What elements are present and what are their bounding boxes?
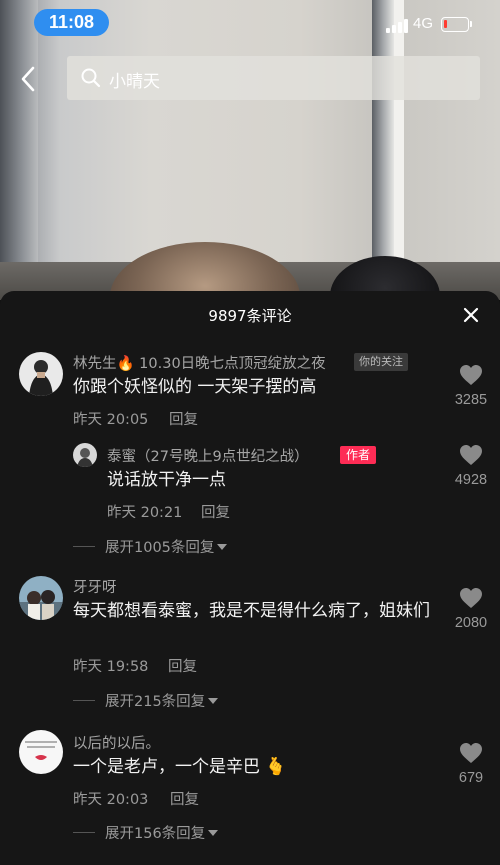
comment-text[interactable]: 每天都想看泰蜜，我是不是得什么病了，姐妹们 [73, 599, 443, 624]
like-count: 679 [458, 770, 484, 786]
comment-time: 昨天 20:03 [73, 792, 149, 808]
search-query: 小晴天 [109, 72, 160, 92]
expand-replies-label: 展开156条回复 [105, 822, 219, 843]
heart-icon [460, 588, 482, 608]
reply-button[interactable]: 回复 [169, 408, 198, 429]
caret-down-icon [208, 830, 219, 836]
reply-button[interactable]: 回复 [168, 655, 197, 676]
expand-divider [73, 700, 95, 701]
close-icon [463, 307, 479, 323]
comment-time: 昨天 20:05 [73, 412, 149, 428]
video-pillar-left [0, 0, 38, 300]
avatar-image [19, 730, 63, 774]
like-button[interactable]: 4928 [446, 444, 496, 488]
heart-icon [460, 365, 482, 385]
heart-icon [460, 743, 482, 763]
caret-down-icon [208, 698, 219, 704]
battery-fill [444, 20, 447, 28]
reply-button[interactable]: 回复 [170, 788, 199, 809]
search-input[interactable]: 小晴天 [67, 56, 480, 100]
comment-username[interactable]: 牙牙呀 [73, 576, 117, 597]
following-badge: 你的关注 [354, 353, 408, 371]
caret-down-icon [217, 544, 228, 550]
status-bar: 11:08 4G [0, 0, 500, 44]
avatar-image [73, 443, 97, 467]
comment-time: 昨天 19:58 [73, 659, 149, 675]
expand-replies-label: 展开1005条回复 [105, 536, 228, 557]
expand-replies-button[interactable]: 展开156条回复 [73, 822, 273, 842]
expand-divider [73, 832, 95, 833]
like-count: 2080 [454, 615, 488, 631]
video-pillar-right [372, 0, 394, 300]
comment-username[interactable]: 以后的以后。 [73, 732, 160, 753]
comment-username[interactable]: 林先生🔥 10.30日晚七点顶冠绽放之夜 [73, 352, 326, 373]
chevron-left-icon [21, 66, 35, 92]
heart-icon [460, 445, 482, 465]
avatar-image [19, 352, 63, 396]
status-time: 11:08 [34, 9, 109, 36]
expand-replies-button[interactable]: 展开1005条回复 [73, 536, 273, 556]
expand-divider [73, 546, 95, 547]
video-wall-edge [394, 0, 404, 300]
back-button[interactable] [14, 63, 44, 95]
expand-replies-button[interactable]: 展开215条回复 [73, 690, 273, 710]
like-button[interactable]: 679 [446, 742, 496, 786]
signal-icon [386, 17, 410, 33]
comments-panel: 9897条评论 林先生🔥 10.30日晚七点顶冠绽放之夜 你的关注 你跟个妖怪似… [0, 291, 500, 865]
avatar[interactable] [73, 443, 97, 467]
video-background[interactable] [0, 0, 500, 300]
reply-button[interactable]: 回复 [201, 501, 230, 522]
reply-text[interactable]: 说话放干净一点 [107, 468, 427, 493]
avatar[interactable] [19, 576, 63, 620]
expand-replies-label: 展开215条回复 [105, 690, 219, 711]
author-badge: 作者 [340, 446, 377, 464]
like-count: 3285 [454, 392, 488, 408]
app-screen: 11:08 4G 小晴天 9897条评论 林先生🔥 10.30日晚七点顶冠绽放之… [0, 0, 500, 865]
avatar[interactable] [19, 352, 63, 396]
like-button[interactable]: 2080 [446, 587, 496, 631]
like-count: 4928 [454, 472, 488, 488]
battery-icon [441, 17, 472, 32]
reply-username[interactable]: 泰蜜（27号晚上9点世纪之战） [107, 445, 309, 466]
reply-time: 昨天 20:21 [107, 505, 183, 521]
search-icon [81, 68, 101, 88]
like-button[interactable]: 3285 [446, 364, 496, 408]
close-button[interactable] [460, 304, 482, 326]
comment-text[interactable]: 一个是老卢，一个是辛巴 🫰 [73, 755, 433, 780]
comment-text[interactable]: 你跟个妖怪似的 一天架子摆的高 [73, 375, 433, 400]
comments-count-title: 9897条评论 [208, 307, 292, 325]
avatar[interactable] [19, 730, 63, 774]
avatar-image [19, 576, 63, 620]
network-type: 4G [413, 15, 434, 32]
